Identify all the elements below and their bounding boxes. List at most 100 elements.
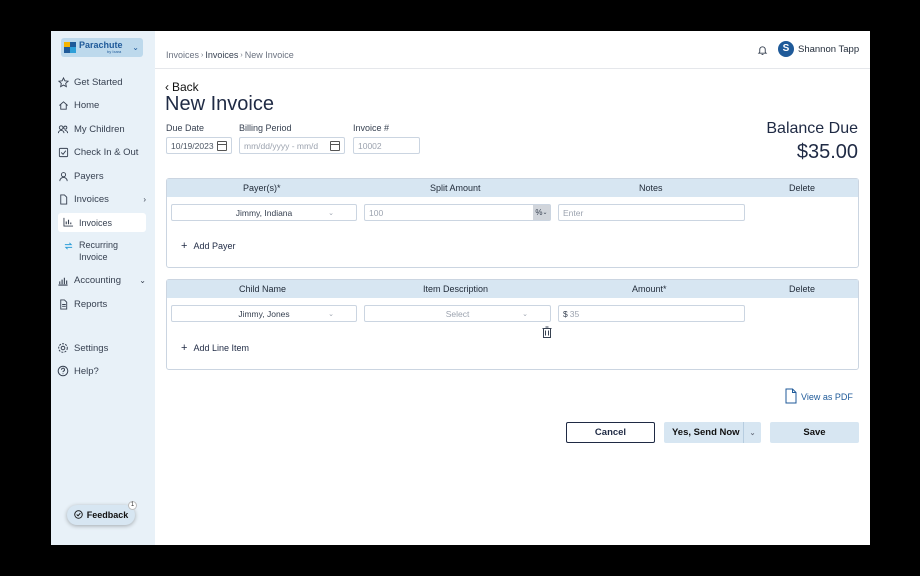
send-now-button[interactable]: Yes, Send Now ⌄ [664, 422, 761, 443]
bar-chart-icon [57, 274, 69, 286]
cancel-button[interactable]: Cancel [566, 422, 655, 443]
logo-mark [64, 42, 76, 53]
logo[interactable]: Parachute by Ixara ⌄ [61, 38, 143, 57]
app-window: Parachute by Ixara ⌄ Get Started Home My… [51, 31, 870, 545]
feedback-badge: 1 [128, 501, 137, 510]
notes-placeholder: Enter [563, 207, 584, 218]
sidebar-item-label: Invoices [74, 193, 109, 205]
sidebar-item-label: Home [74, 99, 100, 111]
payers-section: Payer(s)* Split Amount Notes Delete Jimm… [166, 178, 859, 268]
column-header: Payer(s)* [243, 183, 281, 193]
feedback-label: Feedback [86, 510, 129, 520]
billing-period-placeholder: mm/dd/yyyy - mm/d [244, 140, 319, 151]
send-now-label: Yes, Send Now [672, 427, 740, 438]
sidebar-subitem-invoices[interactable]: Invoices [58, 213, 146, 232]
sidebar-item-accounting[interactable]: Accounting ⌄ [57, 271, 149, 289]
calendar-icon[interactable] [217, 141, 227, 151]
sidebar: Parachute by Ixara ⌄ Get Started Home My… [51, 31, 155, 545]
checkbox-icon [57, 146, 69, 158]
item-description-value: Select [445, 308, 470, 319]
plus-icon: + [181, 240, 188, 252]
due-date-value: 10/19/2023 [171, 140, 214, 151]
pdf-file-icon [785, 388, 797, 406]
chart-icon [63, 217, 74, 229]
balance-due-amount: $35.00 [796, 141, 858, 163]
save-button[interactable]: Save [770, 422, 859, 443]
bell-icon[interactable] [757, 43, 768, 61]
sidebar-item-check-in-out[interactable]: Check In & Out [57, 143, 149, 161]
sidebar-item-help[interactable]: Help? [57, 362, 149, 380]
due-date-field[interactable]: 10/19/2023 [166, 137, 232, 154]
sidebar-item-get-started[interactable]: Get Started [57, 73, 149, 91]
chevron-down-icon: ⌄ [328, 209, 334, 217]
sidebar-item-invoices[interactable]: Invoices › [57, 190, 149, 208]
user-icon [57, 170, 69, 182]
amount-placeholder: 35 [569, 308, 580, 319]
chevron-right-icon: › [201, 51, 204, 59]
sidebar-item-label: Payers [74, 170, 104, 182]
topbar: Invoices › Invoices › New Invoice S Shan… [155, 31, 870, 69]
chevron-down-icon: ⌄ [328, 310, 334, 318]
sidebar-item-label: Help? [74, 365, 99, 377]
avatar[interactable]: S [778, 41, 794, 57]
invoice-number-label: Invoice # [353, 123, 390, 133]
invoice-number-placeholder: 10002 [358, 140, 382, 151]
chevron-right-icon: › [240, 51, 243, 59]
sidebar-item-home[interactable]: Home [57, 96, 149, 114]
back-button[interactable]: ‹ Back [165, 80, 199, 94]
breadcrumb-item[interactable]: Invoices [166, 50, 199, 60]
sidebar-subitem-recurring-invoice[interactable]: Recurring Invoice [58, 239, 146, 263]
billing-period-field[interactable]: mm/dd/yyyy - mm/d [239, 137, 345, 154]
users-icon [57, 123, 69, 135]
chevron-left-icon: ‹ [165, 80, 169, 94]
column-header: Delete [789, 284, 816, 294]
payer-select[interactable]: Jimmy, Indiana ⌄ [171, 204, 357, 221]
sidebar-item-label: Settings [74, 342, 109, 354]
logo-text: Parachute [79, 40, 123, 50]
split-amount-input[interactable]: 100 % ⌄ [364, 204, 551, 221]
sidebar-item-reports[interactable]: Reports [57, 295, 149, 313]
sidebar-item-label: My Children [74, 123, 125, 135]
chevron-down-icon: ⌄ [132, 43, 139, 52]
view-as-pdf-link[interactable]: View as PDF [785, 388, 853, 406]
item-description-select[interactable]: Select ⌄ [364, 305, 551, 322]
child-select[interactable]: Jimmy, Jones ⌄ [171, 305, 357, 322]
due-date-label: Due Date [166, 123, 205, 133]
gear-icon [57, 342, 69, 354]
sidebar-item-payers[interactable]: Payers [57, 167, 149, 185]
breadcrumb-current: New Invoice [244, 50, 294, 60]
sidebar-item-my-children[interactable]: My Children [57, 120, 149, 138]
add-payer-label: Add Payer [193, 241, 236, 251]
notes-input[interactable]: Enter [558, 204, 745, 221]
trash-icon[interactable] [542, 325, 552, 343]
user-name[interactable]: Shannon Tapp [798, 44, 859, 55]
logo-subtext: by Ixara [107, 49, 122, 54]
sidebar-item-label: Accounting [74, 274, 122, 286]
sidebar-subitem-label: Recurring Invoice [79, 240, 119, 262]
sidebar-item-label: Check In & Out [74, 146, 139, 158]
calendar-icon[interactable] [330, 141, 340, 151]
add-line-item-label: Add Line Item [193, 343, 249, 353]
add-payer-button[interactable]: + Add Payer [181, 240, 235, 252]
amount-input[interactable]: $ 35 [558, 305, 745, 322]
billing-period-label: Billing Period [239, 123, 292, 133]
page-title: New Invoice [165, 93, 274, 115]
check-circle-icon [74, 509, 83, 521]
sidebar-item-settings[interactable]: Settings [57, 339, 149, 357]
feedback-button[interactable]: Feedback [67, 505, 135, 525]
column-header: Split Amount [430, 183, 481, 193]
chevron-down-icon[interactable]: ⌄ [743, 422, 761, 443]
breadcrumb-item[interactable]: Invoices [205, 50, 238, 60]
split-amount-placeholder: 100 [369, 207, 384, 218]
column-header: Delete [789, 183, 816, 193]
add-line-item-button[interactable]: + Add Line Item [181, 342, 249, 354]
chevron-down-icon: ⌄ [522, 310, 528, 318]
payers-header-row: Payer(s)* Split Amount Notes Delete [167, 179, 858, 197]
unit-select[interactable]: % ⌄ [533, 205, 550, 220]
column-header: Child Name [239, 284, 287, 294]
column-header: Notes [639, 183, 663, 193]
recurring-icon [63, 241, 74, 253]
breadcrumb: Invoices › Invoices › New Invoice [166, 50, 294, 60]
invoice-number-field[interactable]: 10002 [353, 137, 420, 154]
document-icon [57, 298, 69, 310]
